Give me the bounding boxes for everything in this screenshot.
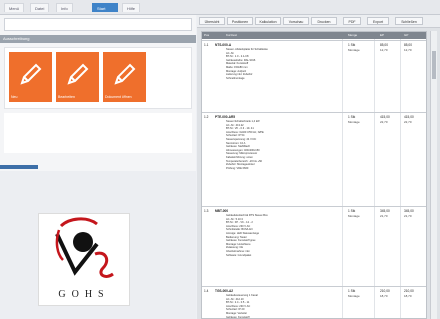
document-scrollbar[interactable] [430,31,437,319]
row-labor-total: 22,70 [404,120,412,124]
table-row[interactable]: 1.1 NTS-000-A Steuer- Abdeckplatte für S… [202,40,426,111]
row-labor-price: 22,70 [380,120,388,124]
row-labor-total: 18,70 [404,294,412,298]
toolbar-close-button[interactable]: Schließen [395,17,423,25]
row-code: NTS-000-A [215,43,232,47]
row-code: TGS-000-A2 [215,289,234,293]
tab-info[interactable]: Info [56,3,73,12]
tab-start[interactable]: Start [92,3,118,12]
row-unit: Montage [348,214,360,218]
logo-text: GOHS [58,289,110,300]
tile-label: Bearbeiten [58,95,75,99]
row-description: Gebäudeleittechnik RTS Steuer-Box Art.-Nr… [226,214,298,257]
accent-bar [0,165,38,169]
content-panel [4,113,192,153]
toolbar-print-button[interactable]: Drucken [311,17,337,25]
toolbar-pdf-button[interactable]: PDF [343,17,361,25]
row-unit: Montage [348,48,360,52]
row-total: 415,00 [404,115,414,119]
toolbar-calculation-button[interactable]: Kalkulation [255,17,281,25]
logo-mark-icon [55,217,114,278]
row-quantity: 1 Stk [348,115,356,119]
header-unit-price: EP [380,33,385,37]
row-unit-price: 210,00 [380,289,390,293]
row-total: 345,00 [404,209,414,213]
section-header: Ausschreibung [0,35,196,43]
description-line: Gehäuse: Kunststoff [226,315,250,319]
row-number: 1.4 [204,289,209,293]
row-labor-price: 12,70 [380,48,388,52]
row-labor-price: 21,70 [380,214,388,218]
row-quantity: 1 Stk [348,209,356,213]
toolbar-positions-button[interactable]: Positionen [227,17,253,25]
header-text: Kurztext [226,33,238,37]
row-description: Steuer-Schaltschrank 1,4 kW Art.-Nr.: 413… [226,120,298,170]
row-number: 1.2 [204,115,209,119]
row-code: MBT-000 [215,209,229,213]
row-code: PTE-000-AR5 [215,115,236,119]
pencil-icon [67,63,89,85]
right-pane: Übersicht Positionen Kalkulation Vorscha… [197,15,440,319]
tab-file[interactable]: Datei [30,3,50,12]
row-total: 85,00 [404,43,412,47]
row-labor-price: 18,70 [380,294,388,298]
row-description: Steuer- Abdeckplatte für Schaltleiste Art… [226,48,298,80]
row-unit-price: 345,00 [380,209,390,213]
row-number: 1.3 [204,209,209,213]
row-labor-total: 12,70 [404,48,412,52]
table-row[interactable]: 1.3 MBT-000 Gebäudeleittechnik RTS Steue… [202,206,426,285]
pencil-icon [114,63,136,85]
toolbar-overview-button[interactable]: Übersicht [199,17,225,25]
row-unit-price: 85,00 [380,43,388,47]
scrollbar-thumb[interactable] [432,51,436,79]
app-window: Menü Datei Info Start Hilfe Ausschreibun… [0,0,440,319]
tile-new[interactable]: Neu [9,52,52,102]
tile-group: Neu Bearbeiten Dokument öffnen [4,47,192,109]
document-toolbar: Übersicht Positionen Kalkulation Vorscha… [197,15,440,28]
tile-open-document[interactable]: Dokument öffnen [103,52,146,102]
table-header: Pos Kurztext Menge EP GP [202,32,426,39]
row-quantity: 1 Stk [348,289,356,293]
row-total: 210,00 [404,289,414,293]
description-line: Software: Grundpaket [226,253,252,257]
description-line: Prüfung: VDE 0660 [226,166,249,170]
document-preview[interactable]: Pos Kurztext Menge EP GP 1.1 NTS-000-A S… [201,31,427,319]
company-logo: GOHS [38,213,130,306]
tile-label: Neu [11,95,18,99]
tile-label: Dokument öffnen [105,95,132,99]
header-pos: Pos [204,33,210,37]
header-qty: Menge [348,33,358,37]
row-labor-total: 21,70 [404,214,412,218]
row-quantity: 1 Stk [348,43,356,47]
table-row[interactable]: 1.4 TGS-000-A2 Gebäudesteuerung 1 Kanal A… [202,286,426,319]
row-unit: Montage [348,294,360,298]
row-unit: Montage [348,120,360,124]
pencil-icon [20,63,42,85]
tab-help[interactable]: Hilfe [122,3,141,12]
toolbar-preview-button[interactable]: Vorschau [283,17,309,25]
row-number: 1.1 [204,43,209,47]
tile-edit[interactable]: Bearbeiten [56,52,99,102]
description-line: Schnellmontage [226,76,245,80]
tab-menu[interactable]: Menü [4,3,25,12]
table-row[interactable]: 1.2 PTE-000-AR5 Steuer-Schaltschrank 1,4… [202,112,426,205]
row-unit-price: 415,00 [380,115,390,119]
tab-strip: Menü Datei Info Start Hilfe [0,0,440,15]
row-description: Gebäudesteuerung 1 Kanal Art.-Nr.: 412.10… [226,294,298,319]
toolbar-export-button[interactable]: Export [367,17,389,25]
header-total: GP [404,33,409,37]
search-input[interactable] [4,18,192,31]
